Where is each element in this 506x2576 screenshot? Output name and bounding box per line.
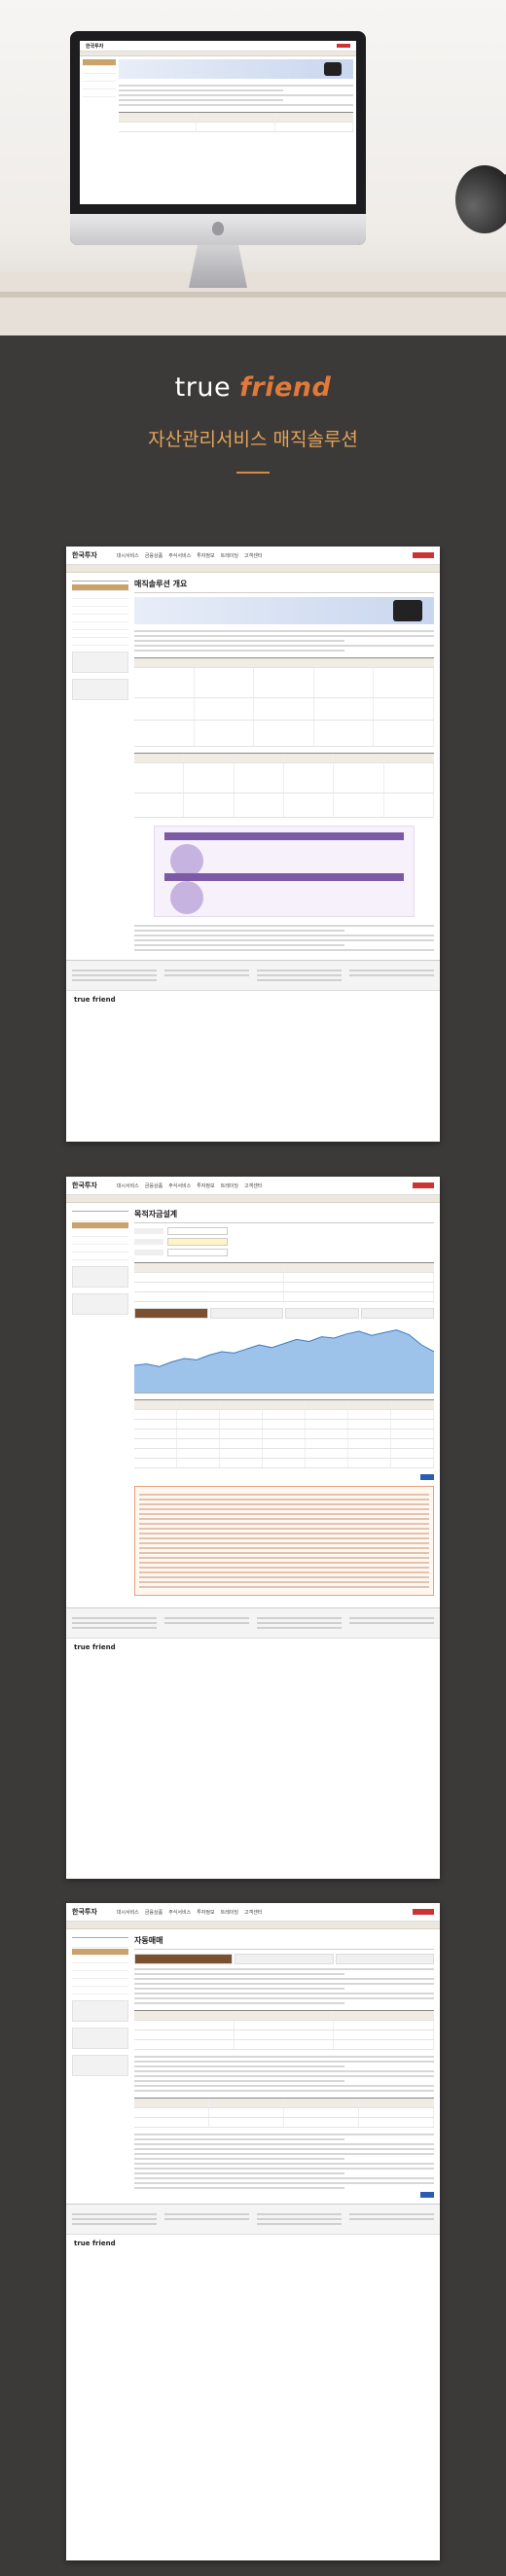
footer-logo: true friend bbox=[74, 1643, 116, 1651]
imac-screen: 한국투자 bbox=[80, 41, 356, 204]
nav-item[interactable]: 금융상품 bbox=[145, 1909, 163, 1916]
sidebar-item[interactable] bbox=[72, 1246, 128, 1253]
nav-item[interactable]: 대시서비스 bbox=[117, 1909, 139, 1916]
sidebar-item[interactable] bbox=[72, 631, 128, 638]
desk bbox=[0, 272, 506, 335]
sidebar bbox=[72, 1209, 128, 1602]
input-field[interactable] bbox=[167, 1238, 228, 1246]
nav-item[interactable]: 대시서비스 bbox=[117, 1182, 139, 1189]
return-chart bbox=[133, 1324, 435, 1394]
nav-item[interactable]: 주식서비스 bbox=[168, 1182, 191, 1189]
input-field[interactable] bbox=[167, 1249, 228, 1256]
nav-item[interactable]: 투자정보 bbox=[197, 1909, 214, 1916]
nav-item[interactable]: 고객센터 bbox=[244, 1182, 262, 1189]
sidebar-item[interactable] bbox=[72, 600, 128, 607]
sidebar-item[interactable] bbox=[72, 1222, 128, 1229]
sidebar-item[interactable] bbox=[72, 1253, 128, 1260]
sidebar-item[interactable] bbox=[72, 1238, 128, 1245]
notice-box bbox=[134, 1486, 434, 1596]
screen-logo: 한국투자 bbox=[86, 43, 104, 50]
sidebar-item[interactable] bbox=[72, 584, 128, 591]
nav-item[interactable]: 투자정보 bbox=[197, 1182, 214, 1189]
sidebar-item[interactable] bbox=[72, 1972, 128, 1979]
nav-item[interactable]: 주식서비스 bbox=[168, 1909, 191, 1916]
sidebar-item[interactable] bbox=[72, 623, 128, 630]
hero-photo: 한국투자 bbox=[0, 0, 506, 335]
fund-table bbox=[134, 1399, 434, 1468]
apple-logo-icon bbox=[212, 222, 224, 235]
sidebar-item[interactable] bbox=[72, 1957, 128, 1963]
brand-logo: true friend bbox=[174, 372, 332, 403]
footer-logo: true friend bbox=[74, 2240, 116, 2247]
lamp bbox=[455, 165, 506, 233]
footer-logo: true friend bbox=[74, 996, 116, 1004]
confirm-button[interactable] bbox=[420, 2192, 434, 2198]
page-title: 자동매매 bbox=[134, 1935, 434, 1950]
nav-item[interactable]: 고객센터 bbox=[244, 552, 262, 559]
nav-item[interactable]: 트레이딩 bbox=[221, 1909, 238, 1916]
login-button[interactable] bbox=[413, 1909, 434, 1915]
site-logo[interactable]: 한국투자 bbox=[72, 1181, 97, 1190]
sidebar-item[interactable] bbox=[72, 1964, 128, 1971]
plan-form bbox=[134, 1227, 434, 1256]
screenshot-goal-planning: 한국투자 대시서비스 금융상품 주식서비스 투자정보 트레이딩 고객센터 목적자… bbox=[66, 1177, 440, 1879]
nav-item[interactable]: 투자정보 bbox=[197, 552, 214, 559]
sidebar-item[interactable] bbox=[72, 1230, 128, 1237]
confirm-button[interactable] bbox=[420, 1474, 434, 1480]
site-logo[interactable]: 한국투자 bbox=[72, 550, 97, 560]
sidebar-item[interactable] bbox=[72, 616, 128, 622]
divider bbox=[236, 472, 270, 474]
nav-item[interactable]: 트레이딩 bbox=[221, 552, 238, 559]
process-diagram bbox=[154, 826, 415, 917]
sidebar-item[interactable] bbox=[72, 1980, 128, 1987]
table bbox=[134, 753, 434, 818]
sidebar-item[interactable] bbox=[72, 1988, 128, 1994]
screenshot-overview: 한국투자 대시서비스 금융상품 주식서비스 투자정보 트레이딩 고객센터 매직솔… bbox=[66, 547, 440, 1142]
tab[interactable] bbox=[235, 1954, 334, 1964]
sidebar-item[interactable] bbox=[72, 1949, 128, 1956]
input-field[interactable] bbox=[167, 1227, 228, 1235]
tab[interactable] bbox=[335, 1954, 434, 1964]
nav-item[interactable]: 금융상품 bbox=[145, 1182, 163, 1189]
page-title: 목적자금설계 bbox=[134, 1209, 434, 1223]
site-logo[interactable]: 한국투자 bbox=[72, 1907, 97, 1917]
page-subtitle: 자산관리서비스 매직솔루션 bbox=[148, 429, 358, 450]
sidebar-item[interactable] bbox=[72, 639, 128, 646]
nav-item[interactable]: 금융상품 bbox=[145, 552, 163, 559]
nav-item[interactable]: 대시서비스 bbox=[117, 552, 139, 559]
tab[interactable] bbox=[285, 1308, 359, 1319]
screenshot-auto-trading: 한국투자 대시서비스 금융상품 주식서비스 투자정보 트레이딩 고객센터 자동매… bbox=[66, 1903, 440, 2560]
nav-item[interactable]: 트레이딩 bbox=[221, 1182, 238, 1189]
magic-hat-icon bbox=[393, 600, 422, 621]
login-button[interactable] bbox=[413, 1182, 434, 1188]
area-series bbox=[134, 1329, 434, 1393]
sidebar-item[interactable] bbox=[72, 1941, 128, 1948]
sidebar-item[interactable] bbox=[72, 592, 128, 599]
tab[interactable] bbox=[134, 1308, 208, 1319]
login-button[interactable] bbox=[413, 552, 434, 558]
tab[interactable] bbox=[134, 1954, 234, 1964]
tab[interactable] bbox=[360, 1308, 434, 1319]
sidebar bbox=[72, 579, 128, 954]
tab[interactable] bbox=[209, 1308, 283, 1319]
area-chart-svg bbox=[133, 1329, 435, 1393]
sidebar bbox=[72, 1935, 128, 2198]
imac-stand bbox=[189, 245, 247, 288]
table bbox=[134, 657, 434, 747]
nav-item[interactable]: 고객센터 bbox=[244, 1909, 262, 1916]
nav-item[interactable]: 주식서비스 bbox=[168, 552, 191, 559]
page-title: 매직솔루션 개요 bbox=[134, 579, 434, 593]
banner bbox=[134, 597, 434, 624]
sidebar-item[interactable] bbox=[72, 1215, 128, 1221]
sidebar-item[interactable] bbox=[72, 608, 128, 615]
